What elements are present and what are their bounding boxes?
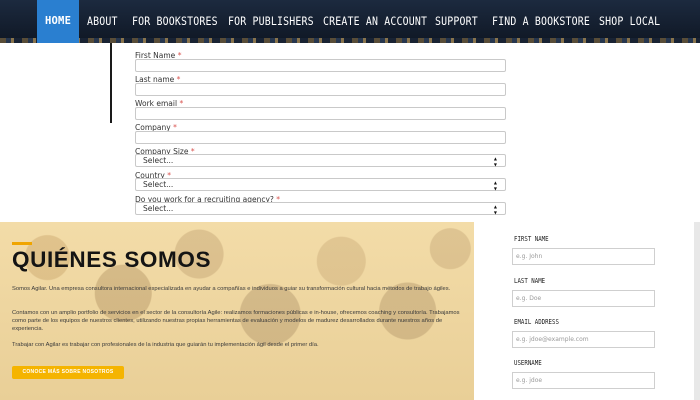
first-name-input[interactable] bbox=[135, 59, 506, 72]
reg-username-label: USERNAME bbox=[514, 359, 542, 367]
nav-item-create-account[interactable]: CREATE AN ACCOUNT bbox=[323, 0, 427, 43]
reg-first-name-input[interactable]: e.g. John bbox=[512, 248, 655, 265]
reg-last-name-placeholder: e.g. Doe bbox=[516, 295, 542, 302]
country-value: Select... bbox=[143, 180, 174, 189]
reg-email-label: EMAIL ADDRESS bbox=[514, 318, 559, 326]
reg-username-input[interactable]: e.g. jdoe bbox=[512, 372, 655, 389]
company-input[interactable] bbox=[135, 131, 506, 144]
select-arrows-icon: ▲ ▼ bbox=[493, 156, 497, 167]
reg-last-name-input[interactable]: e.g. Doe bbox=[512, 290, 655, 307]
reg-email-placeholder: e.g. jdoe@example.com bbox=[516, 336, 589, 343]
about-paragraph-3: Trabajar con Agilar es trabajar con prof… bbox=[12, 342, 319, 348]
nav-item-support[interactable]: SUPPORT bbox=[435, 0, 478, 43]
heading-accent-line bbox=[12, 242, 32, 245]
reg-username-placeholder: e.g. jdoe bbox=[516, 377, 543, 384]
work-email-input[interactable] bbox=[135, 107, 506, 120]
nav-item-find-bookstore[interactable]: FIND A BOOKSTORE bbox=[492, 0, 590, 43]
nav-item-shop-local[interactable]: SHOP LOCAL bbox=[599, 0, 660, 43]
select-arrows-icon: ▲ ▼ bbox=[493, 180, 497, 191]
nav-item-for-publishers[interactable]: FOR PUBLISHERS bbox=[228, 0, 314, 43]
last-name-input[interactable] bbox=[135, 83, 506, 96]
company-size-select[interactable]: Select... ▲ ▼ bbox=[135, 154, 506, 167]
company-size-value: Select... bbox=[143, 156, 174, 165]
reg-first-name-label: FIRST NAME bbox=[514, 235, 549, 243]
scrollbar-track[interactable] bbox=[694, 222, 700, 400]
nav-item-about[interactable]: ABOUT bbox=[87, 0, 118, 43]
nav-item-home[interactable]: HOME bbox=[37, 0, 80, 43]
about-section: QUIÉNES SOMOS Somos Agilar. Una empresa … bbox=[0, 222, 474, 400]
about-paragraph-2: Contamos con un amplio portfolio de serv… bbox=[12, 310, 460, 332]
learn-more-button[interactable]: CONOCE MÁS SOBRE NOSOTROS bbox=[12, 366, 124, 379]
country-select[interactable]: Select... ▲ ▼ bbox=[135, 178, 506, 191]
select-arrows-icon: ▲ ▼ bbox=[493, 204, 497, 215]
nav-item-for-bookstores[interactable]: FOR BOOKSTORES bbox=[132, 0, 218, 43]
top-navigation: HOME ABOUT FOR BOOKSTORES FOR PUBLISHERS… bbox=[0, 0, 700, 43]
reg-email-input[interactable]: e.g. jdoe@example.com bbox=[512, 331, 655, 348]
about-heading: QUIÉNES SOMOS bbox=[12, 247, 212, 272]
recruiting-agency-value: Select... bbox=[143, 204, 174, 213]
form-left-border bbox=[110, 43, 112, 123]
reg-last-name-label: LAST NAME bbox=[514, 277, 546, 285]
about-paragraph-1: Somos Agilar. Una empresa consultora int… bbox=[12, 286, 451, 292]
recruiting-agency-select[interactable]: Select... ▲ ▼ bbox=[135, 202, 506, 215]
reg-first-name-placeholder: e.g. John bbox=[516, 253, 543, 260]
